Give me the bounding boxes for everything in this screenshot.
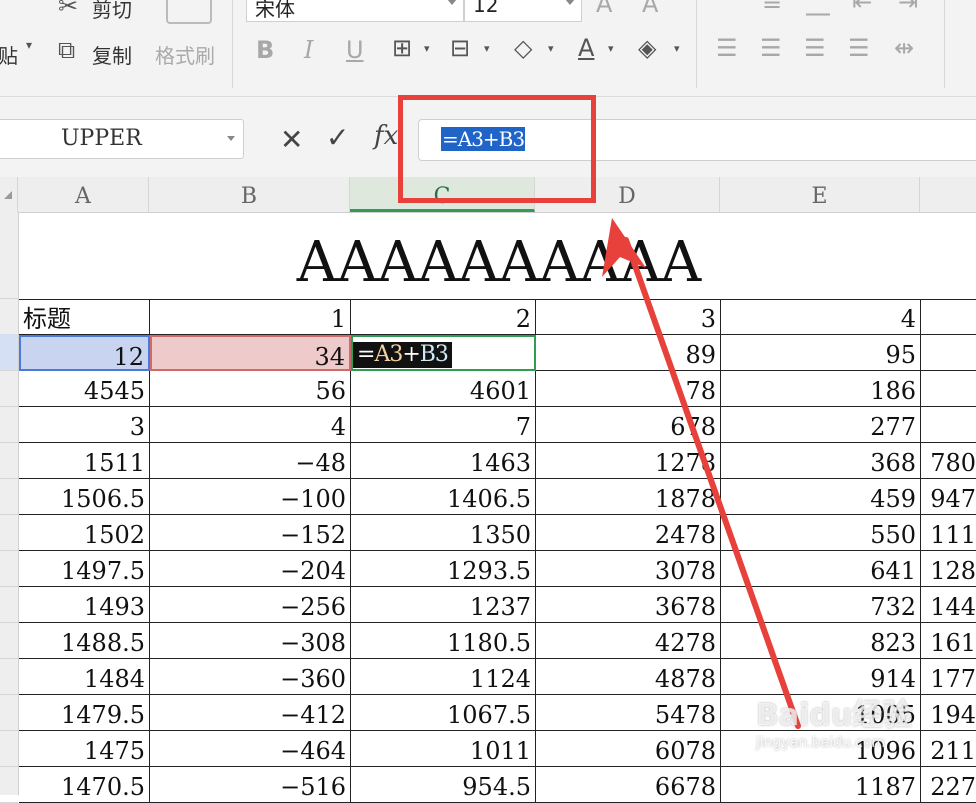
arrow-head bbox=[602, 218, 646, 277]
watermark-brand: Baidu经验 bbox=[756, 698, 913, 733]
arrow-shaft bbox=[623, 237, 801, 729]
watermark-url: jingyan.baidu.com bbox=[756, 735, 886, 751]
annotation-arrow bbox=[602, 218, 801, 729]
